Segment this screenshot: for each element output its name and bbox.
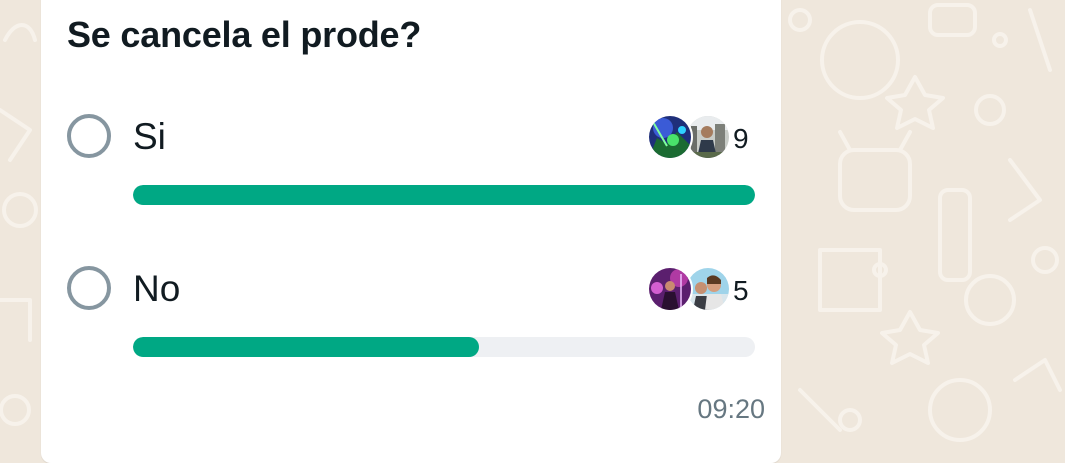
radio-button[interactable] xyxy=(67,266,111,310)
progress-track xyxy=(133,337,755,357)
poll-question: Se cancela el prode? xyxy=(67,14,422,55)
avatar xyxy=(647,266,693,312)
message-timestamp: 09:20 xyxy=(697,394,765,424)
poll-option-label: No xyxy=(133,268,181,309)
avatar-couple-photo-image xyxy=(687,268,729,310)
voter-avatars[interactable] xyxy=(647,114,733,162)
vote-count: 5 xyxy=(733,275,749,306)
radio-button[interactable] xyxy=(67,114,111,158)
poll-message-bubble: Se cancela el prode? Si 9 No 5 09:20 xyxy=(41,0,781,463)
poll-option-label: Si xyxy=(133,116,166,157)
poll-option-no[interactable]: No 5 xyxy=(41,266,781,376)
avatar-green-lights-image xyxy=(649,116,691,158)
avatar xyxy=(647,114,693,160)
progress-track xyxy=(133,185,755,205)
avatar-purple-stage-image xyxy=(649,268,691,310)
voter-avatars[interactable] xyxy=(647,266,733,314)
progress-fill xyxy=(133,185,755,205)
progress-fill xyxy=(133,337,479,357)
vote-count: 9 xyxy=(733,123,749,154)
poll-option-si[interactable]: Si 9 xyxy=(41,114,781,224)
avatar-outdoor-person-image xyxy=(687,116,729,158)
